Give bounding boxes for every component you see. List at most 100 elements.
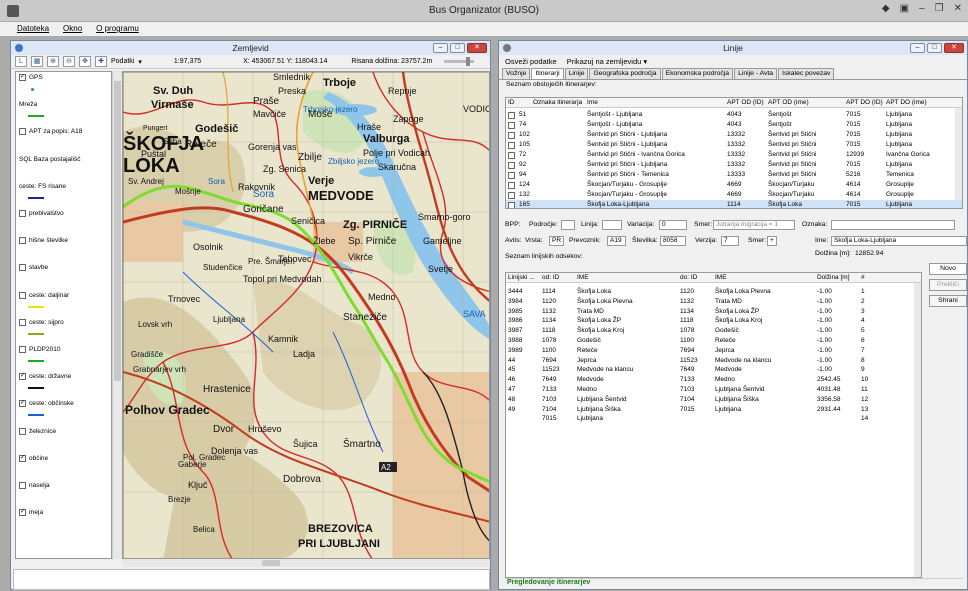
map-canvas[interactable]: Sv. Duh Virmaše ŠKOFJA LOKA Godešič Reteče Suh… (122, 71, 490, 559)
smer-select[interactable]: Jutranja migracija = 1 (713, 220, 795, 230)
column-header[interactable]: od: ID (542, 273, 559, 283)
podatki-dropdown[interactable]: Podatki (111, 58, 134, 65)
layer-item[interactable]: hišne številke (19, 237, 68, 245)
layer-item[interactable]: Mreža (19, 101, 37, 108)
table-row[interactable]: 3444 1114 Škofja Loka 1120 Škofja Loka Plevn… (506, 287, 921, 297)
tab-itinerarji[interactable]: Itinerarji (531, 68, 564, 79)
layer-item[interactable]: ceste: sijpro (19, 318, 64, 326)
layer-checkbox[interactable] (19, 210, 26, 217)
column-header[interactable]: do: ID (680, 273, 697, 283)
tab-ekonomska-podrocja[interactable]: Ekonomska področja (661, 68, 734, 79)
layer-checkbox[interactable] (19, 318, 26, 326)
map-horizontal-scrollbar[interactable] (122, 559, 490, 567)
column-header[interactable]: APT DO (ID) (846, 98, 883, 108)
table-row[interactable]: 124 Škocjan/Turjaku - Grosuplje 4669 Škocja… (506, 180, 962, 190)
column-header[interactable]: Oznaka itinerarja (533, 98, 582, 108)
verzija-field[interactable]: 7 (721, 236, 739, 246)
column-header[interactable]: Linijski ... (508, 273, 535, 283)
layer-item[interactable]: stavbe (19, 264, 48, 272)
column-header[interactable]: IME (715, 273, 727, 283)
table-row[interactable]: 3986 1134 Škofja Loka ŽP 1118 Škofja Loka Kr… (506, 316, 921, 326)
table-row[interactable]: 46 7649 Medvode 7133 Medno 2542.45 10 (506, 375, 921, 385)
close-button[interactable]: ✕ (954, 3, 962, 14)
map-maximize-button[interactable]: □ (450, 43, 465, 53)
table-row[interactable]: 48 7103 Ljubljana Šentvid 7104 Ljubljana Šiš… (506, 395, 921, 405)
opacity-slider[interactable] (444, 57, 475, 66)
lines-window-titlebar[interactable]: Linije – □ ✕ (499, 41, 967, 55)
zoom-in-icon[interactable]: ⊕ (47, 56, 59, 67)
oznaka-field[interactable] (831, 220, 955, 230)
layer-checkbox[interactable]: ✓ (19, 400, 26, 408)
column-header[interactable]: APT OD (ime) (768, 98, 809, 108)
prevoznik-field[interactable]: A19 (607, 236, 626, 246)
table-row[interactable]: 74 Šentjošt - Ljubljana 4043 Šentjošt 7015 Lj… (506, 120, 962, 130)
table-row[interactable]: 3987 1118 Škofja Loka Kroj 1078 Godešič -1.00… (506, 326, 921, 336)
menu-okno[interactable]: Okno (63, 24, 82, 36)
layer-item[interactable]: ceste: FS risane (19, 183, 66, 190)
column-header[interactable]: APT DO (ime) (886, 98, 927, 108)
layer-checkbox[interactable]: ✓ (19, 454, 26, 462)
row-checkbox[interactable] (508, 171, 515, 179)
layer-checkbox[interactable] (19, 291, 26, 299)
layer-item[interactable]: železnice (19, 427, 56, 435)
map-icon[interactable]: ▦ (31, 56, 43, 67)
minimize-button[interactable]: – (919, 3, 925, 14)
layer-item[interactable]: ✓ meja (19, 509, 43, 517)
restore-button[interactable]: ❐ (935, 3, 944, 14)
tab-linije-avta[interactable]: Linije - Avta (734, 68, 778, 79)
row-checkbox[interactable] (508, 111, 515, 119)
row-checkbox[interactable] (508, 191, 515, 199)
tab-iskalec-povezav[interactable]: Iskalec povezav (778, 68, 835, 79)
linija-field[interactable] (602, 220, 622, 230)
smer2-field[interactable]: + (767, 236, 777, 246)
table-row[interactable]: 47 7133 Medno 7103 Ljubljana Šentvid 4031.48 1… (506, 385, 921, 395)
lines-close-button[interactable]: ✕ (944, 43, 964, 53)
layer-checkbox[interactable] (19, 482, 26, 489)
row-checkbox[interactable] (508, 151, 515, 159)
map-minimize-button[interactable]: – (433, 43, 448, 53)
zoom-out-icon[interactable]: ⊖ (63, 56, 75, 67)
layer-item[interactable]: prebivalstvo (19, 210, 64, 217)
tab-voznje[interactable]: Vožnje (502, 68, 531, 79)
table-row[interactable]: 72 Šentvid pri Stični - Ivančna Gorica 133… (506, 150, 962, 160)
vrsta-field[interactable]: PR (549, 236, 564, 246)
layer-item[interactable]: ✓ občine (19, 454, 48, 462)
layer-list-scrollbar[interactable] (112, 71, 122, 559)
table-row[interactable]: 45 11523 Medvode na klancu 7649 Medvode -1.00… (506, 365, 921, 375)
table-row[interactable]: 3984 1120 Škofja Loka Plevna 1132 Trata MD -1… (506, 297, 921, 307)
menu-datoteka[interactable]: Datoteka (17, 24, 49, 36)
table-row[interactable]: 105 Šentvid pri Stični - Ljubljana 13332 Še… (506, 140, 962, 150)
table-row[interactable]: 132 Škocjan/Turjaku - Grosuplje 4669 Škocja… (506, 190, 962, 200)
segment-table-header[interactable]: Linijski ... od: ID IME do: ID IME Dolžina [m… (506, 273, 921, 283)
layer-checkbox[interactable] (19, 346, 26, 353)
layer-item[interactable]: ceste: daljinar (19, 291, 69, 299)
column-header[interactable]: APT OD (ID) (727, 98, 764, 108)
pan-icon[interactable]: ✥ (79, 56, 91, 67)
map-window-titlebar[interactable]: Zemljevid – □ ✕ (11, 41, 490, 55)
lines-minimize-button[interactable]: – (910, 43, 925, 53)
row-checkbox[interactable] (508, 141, 515, 149)
layer-item[interactable]: ✓ GPS (19, 74, 43, 81)
settings-icon[interactable]: ◆ (882, 3, 890, 14)
table-row[interactable]: 44 7694 Jeprca 11523 Medvode na klancu -1.00 8 (506, 356, 921, 366)
podrocje-field[interactable] (561, 220, 575, 230)
column-header[interactable]: IME (577, 273, 589, 283)
itinerary-table-header[interactable]: ID Oznaka itinerarja Ime APT OD (ID) APT OD … (506, 98, 962, 108)
table-row[interactable]: 3985 1132 Trata MD 1134 Škofja Loka ŽP -1.00 3 (506, 307, 921, 317)
layer-item[interactable]: naselja (19, 482, 50, 489)
row-checkbox[interactable] (508, 131, 515, 139)
row-checkbox[interactable] (508, 161, 515, 169)
shrani-button[interactable]: Shrani (929, 295, 967, 307)
layer-item[interactable]: ✓ ceste: državne (19, 373, 71, 381)
display-icon[interactable]: ▣ (900, 3, 909, 14)
tab-geografska-podrocja[interactable]: Geografska področja (589, 68, 661, 79)
layer-checkbox[interactable]: ✓ (19, 373, 26, 381)
variacija-field[interactable]: 0 (659, 220, 687, 230)
table-row[interactable]: 165 Škofja Loka-Ljubljana 1114 Škofja Loka 7… (506, 200, 962, 208)
table-row[interactable]: 49 7104 Ljubljana Šiška 7015 Ljubljana 2931.4… (506, 405, 921, 415)
column-header[interactable]: # (861, 273, 865, 283)
layer-item[interactable]: SQL Baza postajališč (19, 156, 81, 163)
column-header[interactable]: ID (508, 98, 515, 108)
table-row[interactable]: 3989 1100 Reteče 7694 Jeprca -1.00 7 (506, 346, 921, 356)
table-row[interactable]: 51 Šentjošt - Ljubljana 4043 Šentjošt 7015 Lj… (506, 110, 962, 120)
